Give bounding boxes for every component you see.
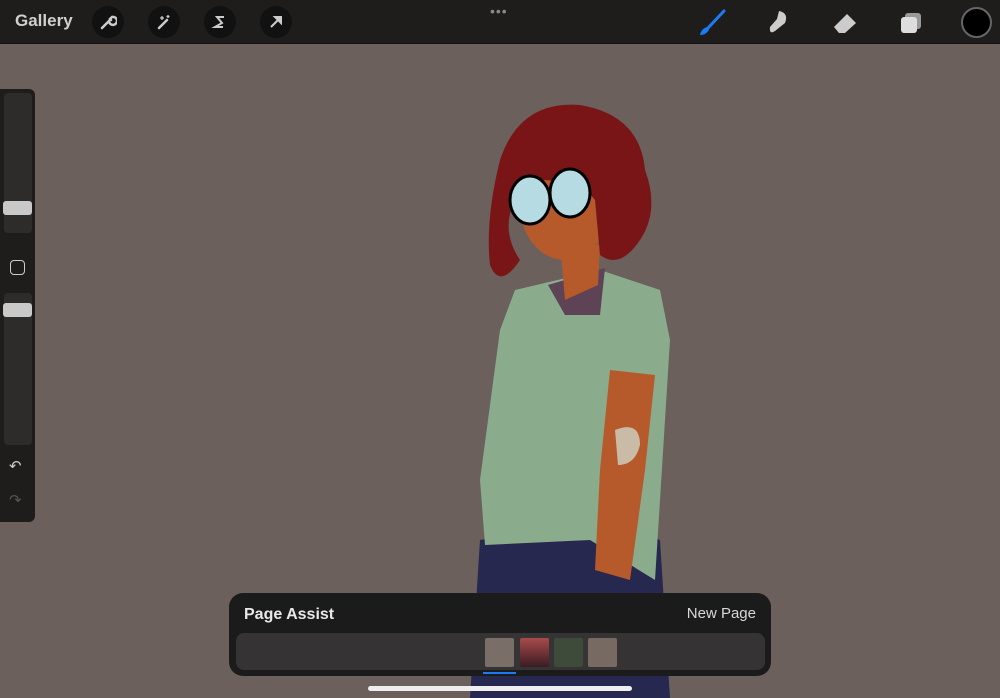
page-thumbnail[interactable] bbox=[588, 638, 617, 667]
redo-icon[interactable]: ↷ bbox=[9, 491, 22, 509]
page-strip[interactable] bbox=[236, 633, 765, 670]
page-assist-title: Page Assist bbox=[244, 606, 335, 623]
top-toolbar: Gallery ••• bbox=[0, 0, 1000, 44]
selection-icon[interactable] bbox=[204, 6, 236, 38]
page-thumbnail[interactable] bbox=[520, 638, 549, 667]
page-thumbnail[interactable] bbox=[485, 638, 514, 667]
gallery-button[interactable]: Gallery bbox=[15, 11, 73, 31]
color-picker[interactable] bbox=[961, 7, 992, 38]
smudge-icon[interactable] bbox=[763, 8, 793, 38]
eraser-icon[interactable] bbox=[830, 8, 860, 38]
layers-icon[interactable] bbox=[896, 8, 926, 38]
transform-arrow-icon[interactable] bbox=[260, 6, 292, 38]
home-indicator[interactable] bbox=[368, 686, 632, 691]
opacity-handle[interactable] bbox=[3, 303, 32, 317]
wrench-icon[interactable] bbox=[92, 6, 124, 38]
brush-icon[interactable] bbox=[697, 8, 727, 38]
brush-size-handle[interactable] bbox=[3, 201, 32, 215]
left-sidebar: ↶ ↷ bbox=[0, 89, 35, 522]
modify-button[interactable] bbox=[10, 260, 25, 275]
page-thumbnail[interactable] bbox=[554, 638, 583, 667]
undo-icon[interactable]: ↶ bbox=[9, 457, 22, 475]
new-page-button[interactable]: New Page bbox=[687, 605, 756, 622]
more-icon[interactable]: ••• bbox=[490, 3, 508, 19]
selected-page-indicator bbox=[483, 672, 516, 674]
page-assist-panel: Page Assist New Page bbox=[229, 593, 771, 676]
magic-wand-icon[interactable] bbox=[148, 6, 180, 38]
